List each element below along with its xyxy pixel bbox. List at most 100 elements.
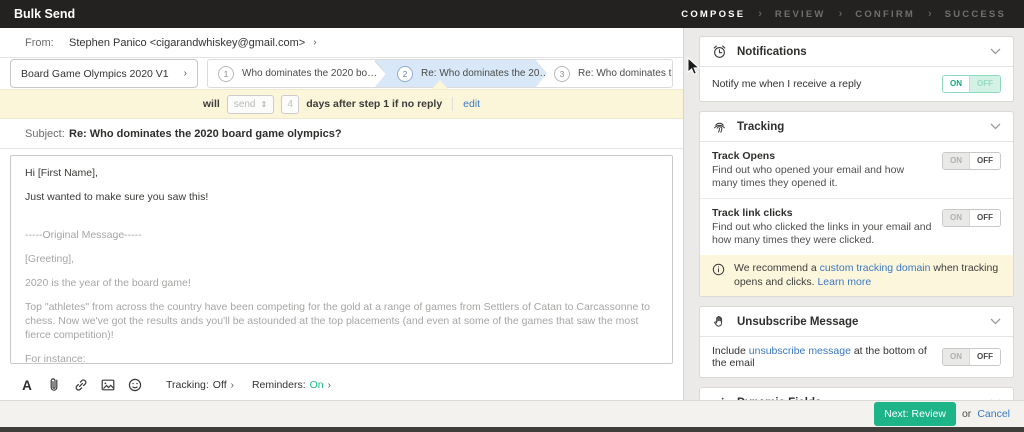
unsubscribe-message-link[interactable]: unsubscribe message — [749, 345, 851, 357]
info-icon — [712, 263, 725, 276]
chevron-right-icon: › — [327, 379, 331, 391]
tracking-title: Tracking — [737, 120, 785, 133]
toggle-on[interactable]: ON — [943, 210, 969, 226]
toggle-off[interactable]: OFF — [969, 210, 1000, 226]
sequence-step-1[interactable]: 1 Who dominates the 2020 bo… — [208, 60, 378, 87]
toggle-off[interactable]: OFF — [969, 76, 1000, 92]
wizard-separator: › — [758, 8, 762, 20]
toggle-on[interactable]: ON — [943, 76, 969, 92]
schedule-bar: will send ⇕ 4 days after step 1 if no re… — [0, 89, 683, 119]
chevron-right-icon: › — [313, 37, 317, 48]
stepper-arrows-icon: ⇕ — [260, 99, 268, 109]
step-label: Who dominates the 2020 bo… — [242, 68, 378, 79]
track-clicks-texts: Track link clicks Find out who clicked t… — [712, 207, 942, 247]
track-clicks-desc: Find out who clicked the links in your e… — [712, 221, 932, 246]
unsubscribe-toggle[interactable]: ON OFF — [942, 348, 1001, 366]
email-body-editor[interactable]: Hi [First Name], Just wanted to make sur… — [10, 155, 673, 364]
chevron-down-icon[interactable] — [990, 318, 1001, 325]
or-label: or — [961, 408, 972, 420]
custom-tracking-domain-link[interactable]: custom tracking domain — [820, 262, 931, 274]
from-value: Stephen Panico <cigarandwhiskey@gmail.co… — [69, 36, 306, 49]
tracking-label: Tracking: — [166, 379, 209, 391]
track-clicks-title: Track link clicks — [712, 207, 793, 219]
campaign-selector-value: Board Game Olympics 2020 V1 — [21, 67, 169, 80]
step-number-badge: 3 — [554, 65, 570, 82]
tracking-card: Tracking Track Opens Find out who opened… — [699, 111, 1014, 297]
track-opens-row: Track Opens Find out who opened your ema… — [700, 142, 1013, 198]
wizard-step-compose[interactable]: COMPOSE — [681, 9, 745, 20]
sequence-step-3[interactable]: 3 Re: Who dominates the 20… — [538, 60, 672, 87]
send-option-value: send — [233, 98, 256, 110]
note-pre: We recommend a — [734, 262, 820, 274]
chevron-right-icon: › — [230, 379, 234, 391]
footer-bar: Next: Review or Cancel — [0, 400, 1024, 427]
campaign-and-steps-row: Board Game Olympics 2020 V1 › 1 Who domi… — [0, 58, 683, 89]
schedule-prefix: will — [202, 98, 220, 110]
edit-schedule-link[interactable]: edit — [463, 98, 480, 110]
toggle-off[interactable]: OFF — [969, 153, 1000, 169]
quote-greeting: [Greeting], — [25, 253, 75, 265]
track-clicks-toggle[interactable]: ON OFF — [942, 209, 1001, 227]
link-icon[interactable] — [68, 374, 94, 396]
reminders-toolbar-toggle[interactable]: Reminders: On › — [252, 379, 331, 391]
reminders-value: On — [309, 379, 324, 391]
next-review-button[interactable]: Next: Review — [874, 402, 956, 426]
emoji-icon[interactable] — [122, 374, 148, 396]
reminders-label: Reminders: — [251, 379, 306, 391]
wizard-step-review[interactable]: REVIEW — [775, 9, 826, 20]
toggle-off[interactable]: OFF — [969, 349, 1000, 365]
cancel-link[interactable]: Cancel — [977, 408, 1010, 420]
unsubscribe-header[interactable]: Unsubscribe Message — [700, 307, 1013, 337]
notifications-title: Notifications — [737, 45, 807, 58]
track-clicks-row: Track link clicks Find out who clicked t… — [700, 198, 1013, 255]
wizard-separator: › — [928, 8, 932, 20]
quote-paragraph: Top "athletes" from across the country h… — [25, 301, 650, 341]
tracking-recommendation-note: We recommend a custom tracking domain wh… — [700, 255, 1013, 296]
from-label: From: — [25, 36, 54, 49]
image-icon[interactable] — [95, 374, 121, 396]
dynamic-fields-header[interactable]: Dynamic Fields — [700, 388, 1013, 400]
subject-value: Re: Who dominates the 2020 board game ol… — [69, 127, 342, 140]
track-opens-desc: Find out who opened your email and how m… — [712, 164, 905, 189]
notifications-card: Notifications Notify me when I receive a… — [699, 36, 1014, 102]
for-instance-line: For instance: — [25, 353, 86, 364]
notify-reply-row: Notify me when I receive a reply ON OFF — [700, 67, 1013, 101]
tracking-header[interactable]: Tracking — [700, 112, 1013, 142]
chevron-down-icon[interactable] — [990, 123, 1001, 130]
track-opens-toggle[interactable]: ON OFF — [942, 152, 1001, 170]
tracking-toolbar-toggle[interactable]: Tracking: Off › — [166, 379, 234, 391]
bulk-send-app: Bulk Send COMPOSE › REVIEW › CONFIRM › S… — [0, 0, 1024, 432]
wizard-step-confirm[interactable]: CONFIRM — [855, 9, 915, 20]
sequence-step-2-active[interactable]: 2 Re: Who dominates the 20… — [375, 60, 547, 87]
editor-toolbar: A Tracking: Off › Reminders: On › — [0, 370, 682, 400]
fingerprint-icon — [712, 119, 727, 134]
chevron-down-icon[interactable] — [990, 48, 1001, 55]
campaign-selector[interactable]: Board Game Olympics 2020 V1 › — [10, 59, 198, 88]
wizard-separator: › — [838, 8, 843, 20]
toggle-on[interactable]: ON — [943, 349, 969, 365]
body-greeting: Hi [First Name], — [25, 167, 98, 179]
active-step-pointer — [432, 80, 448, 89]
send-option-select[interactable]: send ⇕ — [226, 94, 275, 114]
learn-more-link[interactable]: Learn more — [817, 276, 871, 288]
wizard-breadcrumb: COMPOSE › REVIEW › CONFIRM › SUCCESS — [681, 8, 1006, 20]
note-text: We recommend a custom tracking domain wh… — [734, 262, 1001, 289]
toggle-on[interactable]: ON — [943, 153, 969, 169]
body-intro: Just wanted to make sure you saw this! — [25, 191, 209, 203]
days-input[interactable]: 4 — [281, 94, 300, 114]
divider — [452, 97, 454, 111]
step-label: Re: Who dominates the 20… — [421, 68, 550, 79]
from-row[interactable]: From: Stephen Panico <cigarandwhiskey@gm… — [0, 28, 683, 58]
step-label: Re: Who dominates the 20… — [578, 68, 672, 79]
format-text-icon[interactable]: A — [14, 374, 40, 396]
settings-sidebar: Notifications Notify me when I receive a… — [685, 28, 1024, 400]
wizard-step-success[interactable]: SUCCESS — [945, 9, 1006, 20]
attachment-icon[interactable] — [41, 374, 67, 396]
tracking-value: Off — [212, 379, 227, 391]
top-bar: Bulk Send COMPOSE › REVIEW › CONFIRM › S… — [0, 0, 1024, 28]
subject-row[interactable]: Subject: Re: Who dominates the 2020 boar… — [0, 119, 683, 149]
chevron-right-icon: › — [183, 68, 187, 79]
notifications-header[interactable]: Notifications — [700, 37, 1013, 67]
notify-reply-toggle[interactable]: ON OFF — [942, 75, 1001, 93]
alarm-clock-icon — [712, 44, 727, 59]
